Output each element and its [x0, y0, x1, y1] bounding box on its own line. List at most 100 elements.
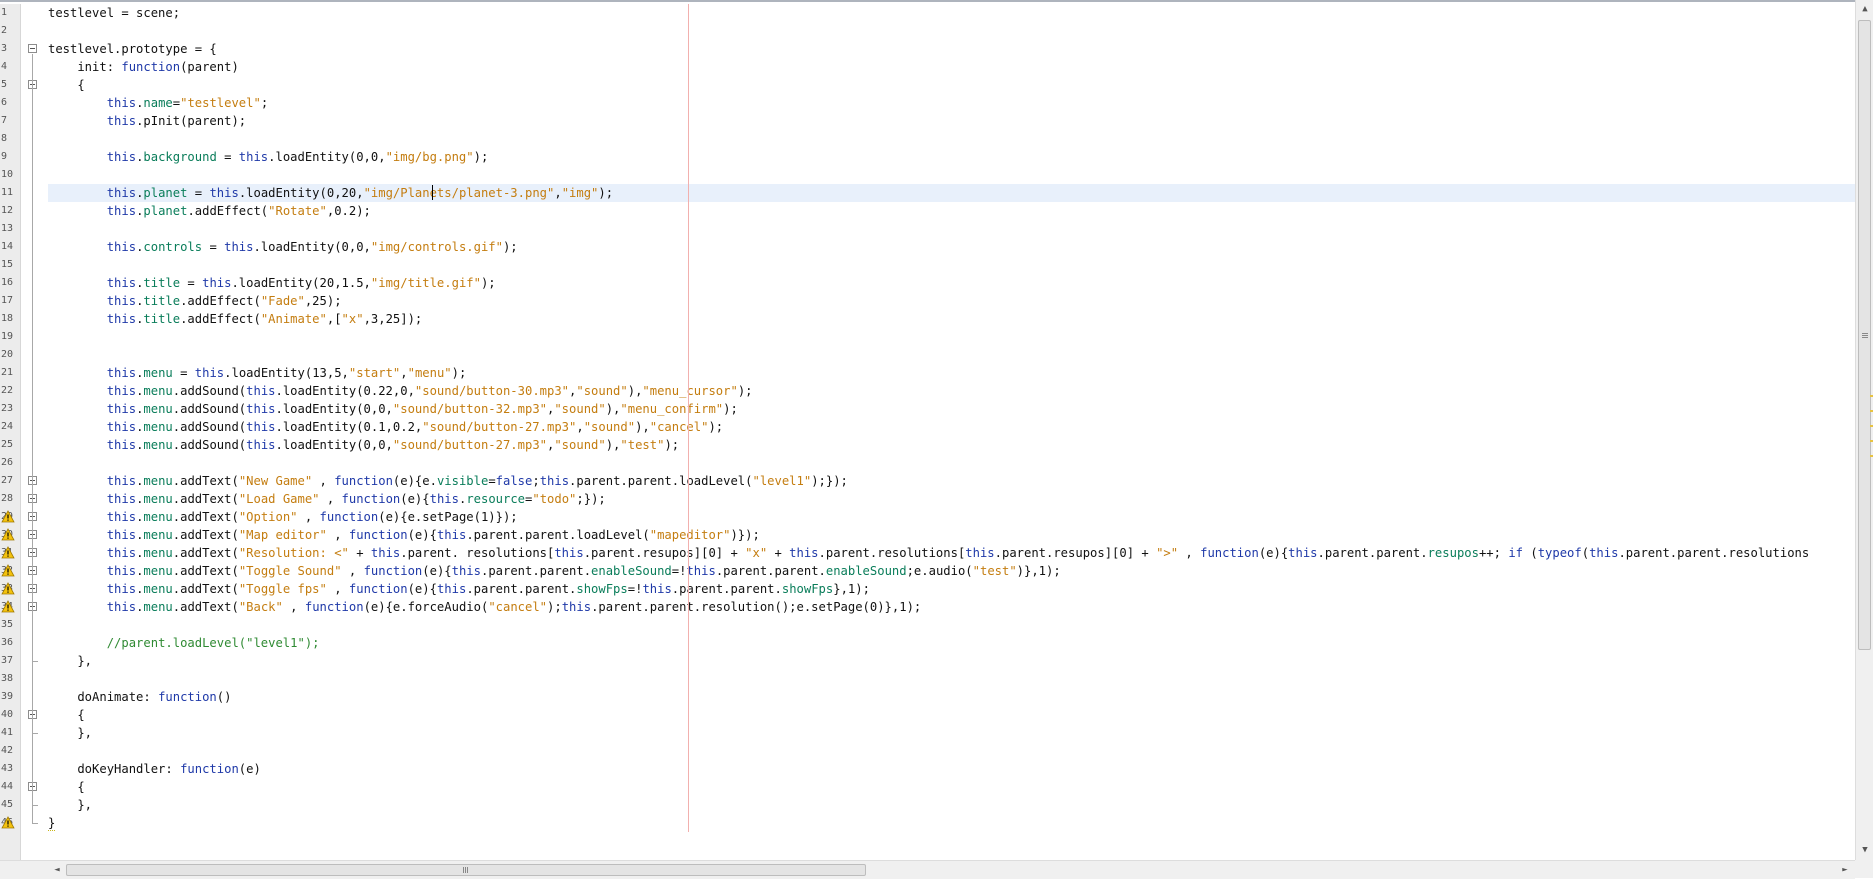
code-line[interactable]: [48, 742, 1855, 760]
code-line[interactable]: doKeyHandler: function(e): [48, 760, 1855, 778]
line-number: 11: [1, 187, 14, 198]
code-line[interactable]: {: [48, 76, 1855, 94]
code-token-str: "menu_confirm": [620, 402, 724, 416]
horizontal-scroll-thumb[interactable]: [66, 864, 866, 876]
line-number: 17: [1, 295, 14, 306]
warning-icon[interactable]: [1, 546, 15, 559]
code-token-plain: );});: [811, 474, 848, 488]
code-line[interactable]: this.menu.addText("New Game" , function(…: [48, 472, 1855, 490]
code-token-plain: {: [48, 780, 85, 794]
code-token-str: "Animate": [260, 312, 327, 326]
vertical-scroll-thumb[interactable]: [1858, 20, 1871, 650]
warning-icon[interactable]: [1, 510, 15, 523]
code-line[interactable]: }: [48, 814, 1855, 832]
code-token-plain: .parent.resolutions[: [818, 546, 966, 560]
code-token-plain: }: [48, 816, 56, 831]
code-line[interactable]: this.title = this.loadEntity(20,1.5,"img…: [48, 274, 1855, 292]
code-token-this: this: [106, 528, 137, 542]
code-line[interactable]: [48, 166, 1855, 184]
warning-icon[interactable]: [1, 816, 15, 829]
code-line[interactable]: this.menu.addText("Toggle Sound" , funct…: [48, 562, 1855, 580]
code-line[interactable]: [48, 130, 1855, 148]
code-editor[interactable]: 1 2 3 4 5 6 7 8 9 10 11 12 13 14 15 16 17 18 19 20 21 22 23 24 2…: [0, 0, 1855, 862]
code-line[interactable]: [48, 256, 1855, 274]
warning-icon[interactable]: [1, 564, 15, 577]
code-line[interactable]: testlevel = scene;: [48, 4, 1855, 22]
code-line[interactable]: {: [48, 706, 1855, 724]
code-line[interactable]: this.menu.addSound(this.loadEntity(0,0,"…: [48, 400, 1855, 418]
code-line[interactable]: [48, 328, 1855, 346]
code-line[interactable]: [48, 346, 1855, 364]
code-token-this: this: [436, 528, 467, 542]
code-line[interactable]: //parent.loadLevel("level1");: [48, 634, 1855, 652]
code-line[interactable]: [48, 670, 1855, 688]
code-token-plain: .loadEntity(13,5,: [224, 366, 349, 380]
warning-icon[interactable]: [1, 600, 15, 613]
code-token-plain: .loadEntity(0,0,: [268, 150, 386, 164]
warning-icon[interactable]: [1, 582, 15, 595]
scroll-down-arrow-icon[interactable]: ▼: [1856, 843, 1873, 857]
code-line[interactable]: },: [48, 796, 1855, 814]
scroll-up-arrow-icon[interactable]: ▲: [1856, 2, 1873, 16]
code-line[interactable]: },: [48, 724, 1855, 742]
code-token-this: this: [106, 582, 137, 596]
line-number: 41: [1, 727, 14, 738]
current-code-line[interactable]: this.planet = this.loadEntity(0,20,"img/…: [48, 184, 1855, 202]
code-area[interactable]: testlevel = scene; testlevel.prototype = …: [48, 4, 1855, 862]
code-line[interactable]: this.name="testlevel";: [48, 94, 1855, 112]
code-token-kw: if: [1508, 546, 1524, 560]
code-line[interactable]: this.menu.addSound(this.loadEntity(0.1,0…: [48, 418, 1855, 436]
code-line[interactable]: [48, 454, 1855, 472]
code-line[interactable]: this.title.addEffect("Animate",["x",3,25…: [48, 310, 1855, 328]
code-line[interactable]: this.menu.addSound(this.loadEntity(0.22,…: [48, 382, 1855, 400]
code-token-plain: testlevel = scene;: [48, 6, 181, 20]
code-token-prop: planet: [143, 186, 188, 200]
code-token-plain: =: [216, 150, 239, 164]
code-line[interactable]: this.menu.addText("Load Game" , function…: [48, 490, 1855, 508]
warning-icon[interactable]: [1, 528, 15, 541]
code-line[interactable]: [48, 616, 1855, 634]
code-line[interactable]: this.menu.addText("Resolution: <" + this…: [48, 544, 1855, 562]
code-token-plain: =!: [627, 582, 643, 596]
code-token-prop: menu: [143, 402, 173, 416]
code-line[interactable]: this.planet.addEffect("Rotate",0.2);: [48, 202, 1855, 220]
code-line[interactable]: [48, 22, 1855, 40]
code-token-str: "sound": [554, 402, 606, 416]
code-line[interactable]: this.menu.addText("Toggle fps" , functio…: [48, 580, 1855, 598]
vertical-scrollbar[interactable]: ▲ ▼: [1855, 0, 1873, 860]
code-token-plain: .addText(: [172, 528, 239, 542]
code-token-plain: doAnimate:: [48, 690, 159, 704]
code-token-prop: showFps: [781, 582, 834, 596]
code-line[interactable]: init: function(parent): [48, 58, 1855, 76]
code-line[interactable]: [48, 220, 1855, 238]
code-line[interactable]: this.background = this.loadEntity(0,0,"i…: [48, 148, 1855, 166]
fold-toggle-icon[interactable]: [28, 44, 37, 53]
code-line[interactable]: this.menu.addText("Map editor" , functio…: [48, 526, 1855, 544]
horizontal-scrollbar[interactable]: ◄ ►: [0, 860, 1855, 879]
line-number: 18: [1, 313, 14, 324]
code-token-plain: .loadEntity(0,20,: [238, 186, 364, 200]
code-line[interactable]: this.menu.addText("Option" , function(e)…: [48, 508, 1855, 526]
code-token-plain: );: [502, 240, 518, 254]
code-line[interactable]: },: [48, 652, 1855, 670]
code-token-plain: );: [708, 420, 724, 434]
code-token-kw: function: [1200, 546, 1259, 560]
text-caret: [432, 185, 433, 200]
code-token-plain: +: [767, 546, 790, 560]
code-line[interactable]: this.menu.addText("Back" , function(e){e…: [48, 598, 1855, 616]
code-line[interactable]: this.controls = this.loadEntity(0,0,"img…: [48, 238, 1855, 256]
code-token-plain: .addText(: [172, 474, 239, 488]
code-line[interactable]: {: [48, 778, 1855, 796]
code-token-plain: .addText(: [172, 564, 239, 578]
code-line[interactable]: this.menu = this.loadEntity(13,5,"start"…: [48, 364, 1855, 382]
code-line[interactable]: testlevel.prototype = {: [48, 40, 1855, 58]
code-token-this: this: [202, 276, 232, 290]
code-line[interactable]: this.menu.addSound(this.loadEntity(0,0,"…: [48, 436, 1855, 454]
code-line[interactable]: doAnimate: function(): [48, 688, 1855, 706]
scroll-left-arrow-icon[interactable]: ◄: [48, 863, 66, 877]
code-line[interactable]: this.pInit(parent);: [48, 112, 1855, 130]
code-line[interactable]: this.title.addEffect("Fade",25);: [48, 292, 1855, 310]
scroll-right-arrow-icon[interactable]: ►: [1836, 863, 1854, 877]
